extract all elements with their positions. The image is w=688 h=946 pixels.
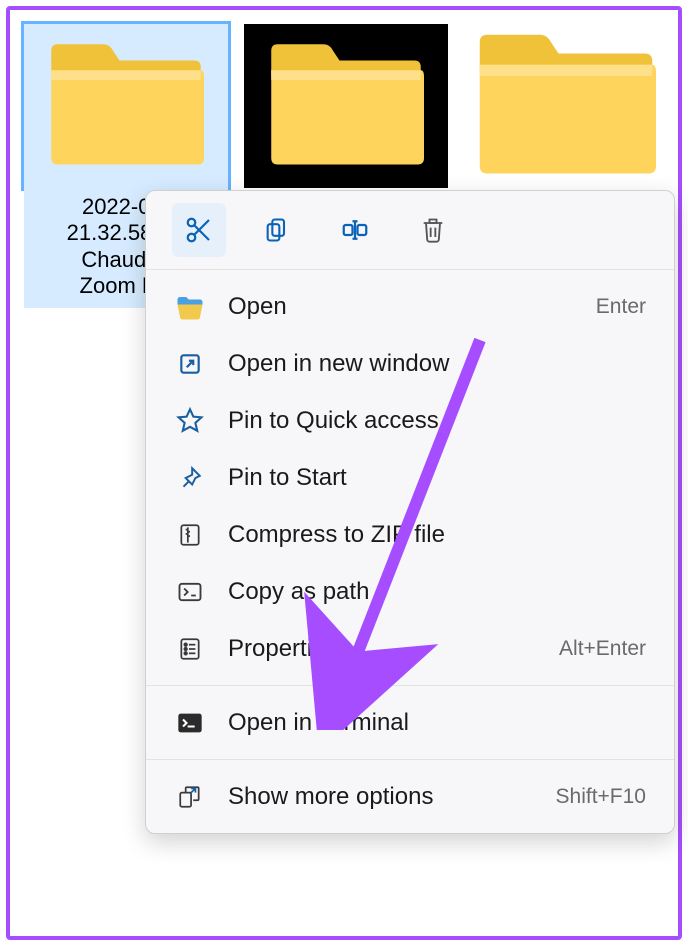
open-folder-icon (174, 291, 206, 323)
menu-pin-quick[interactable]: Pin to Quick access (146, 392, 674, 449)
folder-icon (471, 31, 661, 181)
menu-label: Open in Terminal (228, 709, 646, 737)
menu-section-3: Show more options Shift+F10 (146, 759, 674, 833)
delete-button[interactable] (406, 203, 460, 257)
menu-label: Copy as path (228, 578, 646, 606)
pin-icon (174, 462, 206, 494)
menu-label: Compress to ZIP file (228, 521, 646, 549)
menu-open[interactable]: Open Enter (146, 278, 674, 335)
menu-copy-path[interactable]: Copy as path (146, 563, 674, 620)
folder-thumb (464, 24, 668, 188)
scissors-icon (184, 215, 214, 245)
menu-section-1: Open Enter Open in new window Pin to Qui… (146, 270, 674, 685)
copy-path-icon (174, 576, 206, 608)
menu-compress[interactable]: Compress to ZIP file (146, 506, 674, 563)
menu-label: Show more options (228, 783, 534, 811)
show-more-icon (174, 781, 206, 813)
menu-label: Properties (228, 635, 537, 663)
terminal-icon (174, 707, 206, 739)
folder-thumb (24, 24, 228, 188)
zip-icon (174, 519, 206, 551)
menu-shortcut: Alt+Enter (559, 637, 646, 661)
properties-icon (174, 633, 206, 665)
menu-terminal[interactable]: Open in Terminal (146, 694, 674, 751)
menu-shortcut: Shift+F10 (556, 785, 646, 809)
menu-label: Pin to Quick access (228, 407, 646, 435)
folder-icon (261, 41, 431, 171)
new-window-icon (174, 348, 206, 380)
menu-label: Open in new window (228, 350, 646, 378)
menu-open-new-window[interactable]: Open in new window (146, 335, 674, 392)
context-menu-toolbar (146, 191, 674, 270)
rename-icon (340, 215, 370, 245)
menu-section-2: Open in Terminal (146, 685, 674, 759)
copy-button[interactable] (250, 203, 304, 257)
folder-icon (41, 41, 211, 171)
menu-label: Pin to Start (228, 464, 646, 492)
context-menu: Open Enter Open in new window Pin to Qui… (145, 190, 675, 834)
rename-button[interactable] (328, 203, 382, 257)
cut-button[interactable] (172, 203, 226, 257)
menu-shortcut: Enter (596, 295, 646, 319)
trash-icon (419, 216, 447, 244)
menu-more[interactable]: Show more options Shift+F10 (146, 768, 674, 825)
folder-thumb (244, 24, 448, 188)
menu-properties[interactable]: Properties Alt+Enter (146, 620, 674, 677)
star-icon (174, 405, 206, 437)
menu-label: Open (228, 293, 574, 321)
menu-pin-start[interactable]: Pin to Start (146, 449, 674, 506)
copy-icon (263, 216, 291, 244)
